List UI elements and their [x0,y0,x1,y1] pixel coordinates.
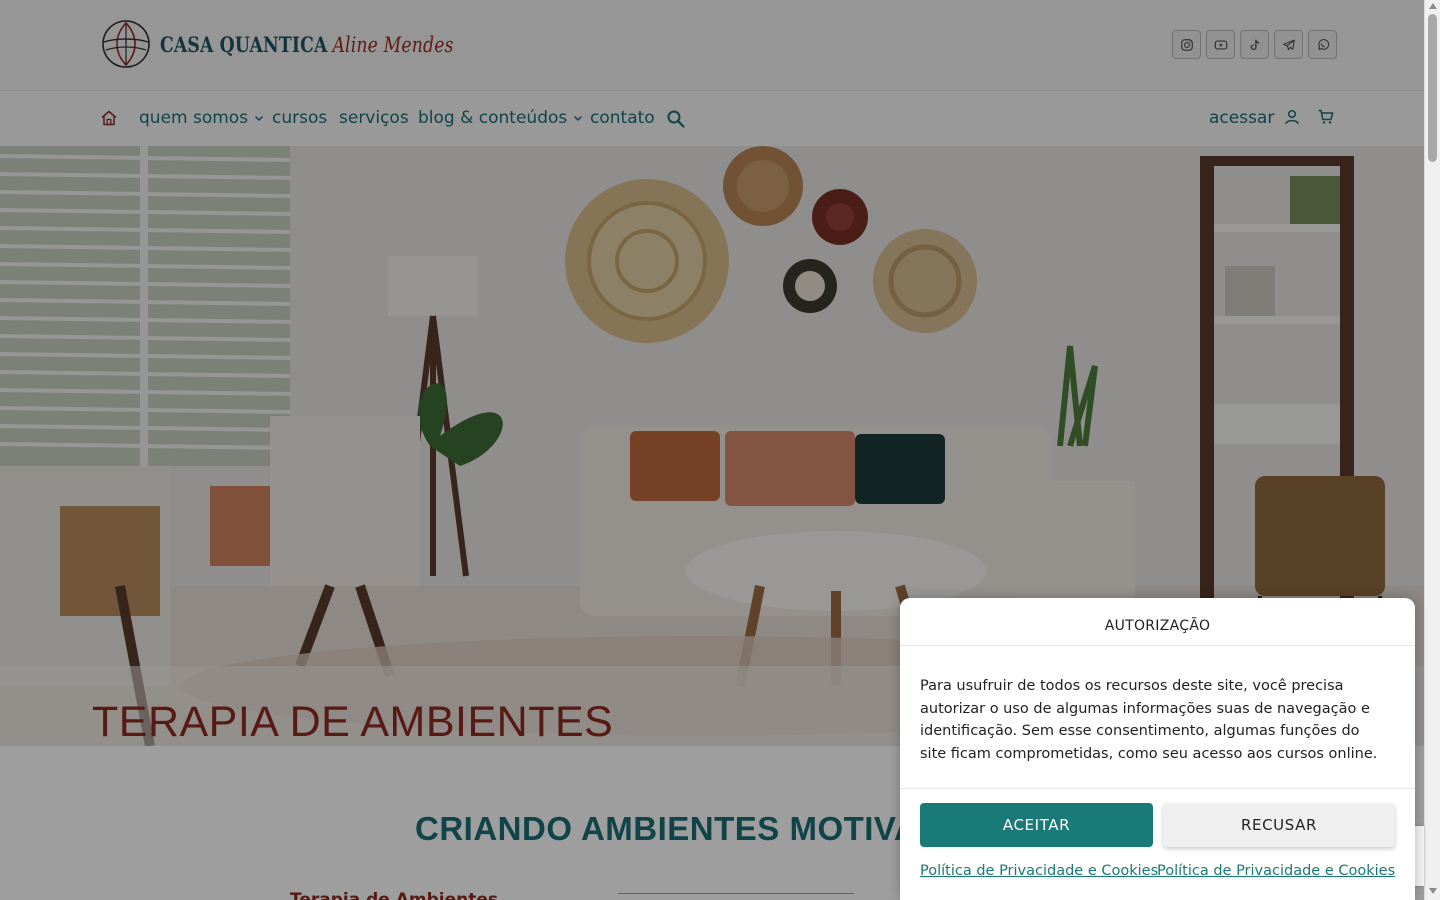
telegram-icon [1282,39,1295,50]
section-paragraph-start: Terapia de Ambientes [290,890,499,900]
chevron-down-icon [574,115,583,122]
privacy-policy-link[interactable]: Política de Privacidade e Cookies [920,863,1158,879]
user-icon[interactable] [1283,108,1301,126]
nav-item-cursos[interactable]: cursos [272,108,327,128]
recaptcha-badge [1415,826,1424,886]
search-icon[interactable] [666,109,686,129]
accept-button[interactable]: ACEITAR [920,803,1153,847]
home-icon[interactable] [100,109,118,127]
nav-item-servicos[interactable]: serviços [339,108,409,128]
cookie-consent-dialog: AUTORIZAÇÃO Para usufruir de todos os re… [900,598,1415,900]
social-links [1172,30,1337,59]
privacy-policy-link-2[interactable]: Política de Privacidade e Cookies [1157,863,1395,879]
whatsapp-icon [1317,38,1329,50]
dialog-divider [900,788,1415,789]
login-link[interactable]: acessar [1209,108,1274,128]
instagram-icon [1180,38,1193,51]
nav-item-label: quem somos [139,108,249,128]
youtube-button[interactable] [1206,30,1235,59]
whatsapp-button[interactable] [1308,30,1337,59]
scroll-up-arrow-icon[interactable] [1429,3,1437,9]
youtube-icon [1214,39,1227,50]
chevron-down-icon [255,115,264,122]
scroll-down-arrow-icon[interactable] [1429,888,1437,894]
section-divider [618,893,854,894]
site-logo[interactable]: CASA QUANTICA Aline Mendes [100,18,518,70]
logo-mark-icon [102,20,150,68]
instagram-button[interactable] [1172,30,1201,59]
nav-item-label: serviços [339,108,409,128]
main-nav: quem somos cursos serviços blog & conteú… [0,90,1424,146]
nav-item-label: cursos [272,108,328,128]
dialog-title: AUTORIZAÇÃO [900,598,1415,646]
refuse-button[interactable]: RECUSAR [1163,803,1395,847]
scrollbar-thumb[interactable] [1428,14,1437,162]
top-header: CASA QUANTICA Aline Mendes [0,0,1424,90]
nav-item-contato[interactable]: contato [590,108,655,128]
dialog-message: Para usufruir de todos os recursos deste… [920,678,1378,762]
tiktok-button[interactable] [1240,30,1269,59]
nav-item-label: blog & conteúdos [418,108,568,128]
tiktok-icon [1250,39,1259,50]
telegram-button[interactable] [1274,30,1303,59]
cart-icon[interactable] [1317,108,1335,126]
hero-title: TERAPIA DE AMBIENTES [92,698,614,746]
nav-item-blog[interactable]: blog & conteúdos [418,108,583,128]
nav-item-label: contato [590,108,655,128]
brand-sub: Aline Mendes [332,32,454,57]
nav-item-quem-somos[interactable]: quem somos [139,108,264,128]
brand-name: CASA QUANTICA [160,31,328,57]
logo-text: CASA QUANTICA Aline Mendes [160,32,454,57]
page-scrollbar[interactable] [1424,0,1440,900]
section-title: CRIANDO AMBIENTES MOTIVA [415,810,919,847]
